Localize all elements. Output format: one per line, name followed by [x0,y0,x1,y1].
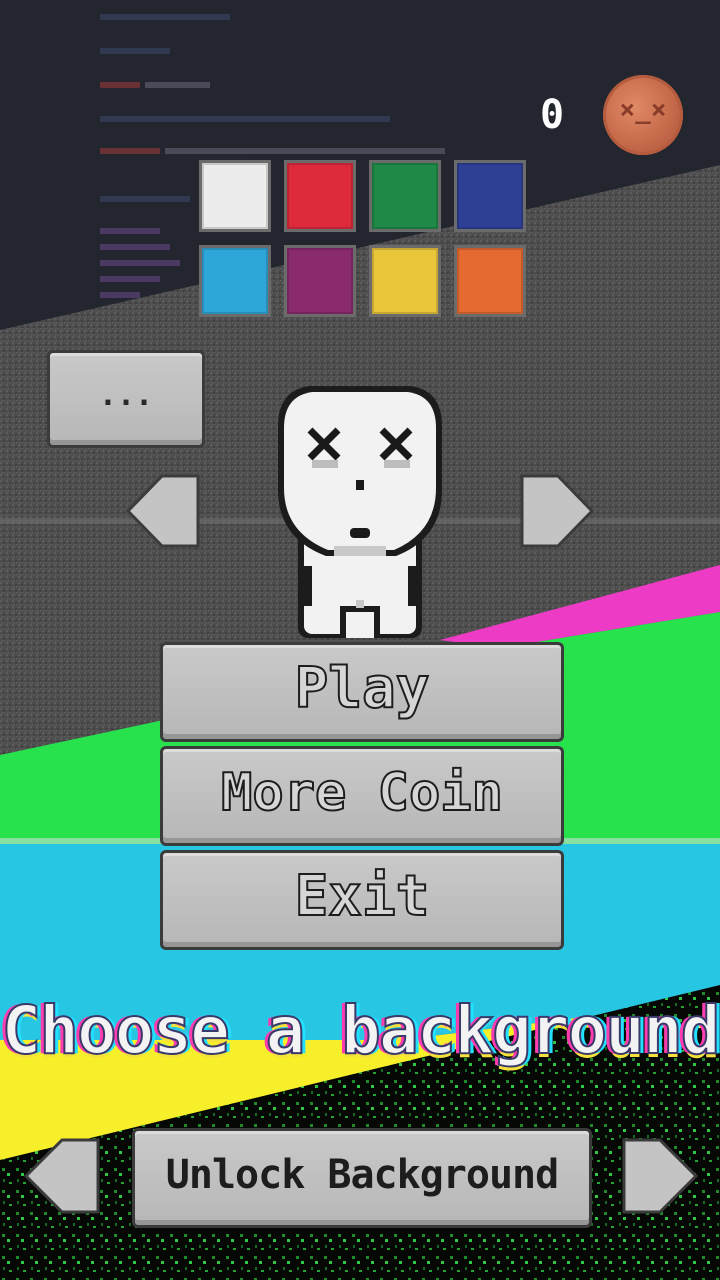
character-next-arrow[interactable] [518,472,596,550]
play-button[interactable]: Play [160,642,564,742]
skull-character-icon [278,386,442,638]
color-swatch-yellow[interactable] [369,245,441,317]
coin-face-glyph: ×_× [619,95,667,125]
color-swatch-green[interactable] [369,160,441,232]
coin-count: 0 [539,92,565,138]
exit-button-label: Exit [294,863,431,930]
unlock-background-button[interactable]: Unlock Background [132,1128,592,1228]
choose-background-title: Choose a background [1,991,720,1070]
options-button-label: ... [98,378,154,413]
exit-button[interactable]: Exit [160,850,564,950]
play-button-label: Play [294,655,431,722]
more-coin-button[interactable]: More Coin [160,746,564,846]
more-coin-button-label: More Coin [220,762,504,824]
character-prev-arrow[interactable] [124,472,202,550]
color-swatch-blue[interactable] [454,160,526,232]
background-next-arrow[interactable] [620,1136,700,1216]
color-swatch-light-blue[interactable] [199,245,271,317]
background-prev-arrow[interactable] [22,1136,102,1216]
color-swatch-purple[interactable] [284,245,356,317]
unlock-background-label: Unlock Background [165,1152,559,1198]
coin-icon: ×_× [603,75,683,155]
color-swatch-white[interactable] [199,160,271,232]
color-swatch-orange[interactable] [454,245,526,317]
options-button[interactable]: ... [47,350,205,448]
color-swatch-red[interactable] [284,160,356,232]
